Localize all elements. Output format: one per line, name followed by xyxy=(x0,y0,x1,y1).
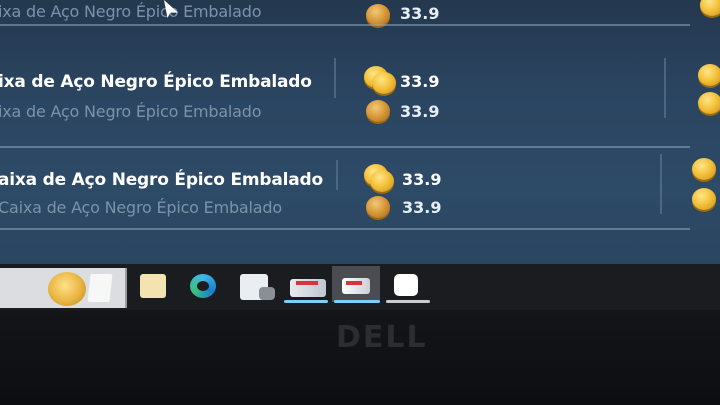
row-divider xyxy=(0,228,690,230)
app-accent xyxy=(346,281,362,285)
row-divider xyxy=(0,146,690,148)
app-accent xyxy=(296,281,318,285)
edge-browser-icon[interactable] xyxy=(190,274,216,298)
column-divider xyxy=(664,58,666,118)
badge-icon xyxy=(259,287,275,300)
listing-2-name[interactable]: ixa de Aço Negro Épico Embalado xyxy=(0,72,312,92)
document-icon xyxy=(87,274,113,302)
gold-coin-icon xyxy=(372,72,396,94)
listing-3-name[interactable]: aixa de Aço Negro Épico Embalado xyxy=(0,170,323,190)
brand-logo: DELL xyxy=(336,320,428,355)
row-divider xyxy=(0,24,690,26)
gold-coin-icon xyxy=(692,188,716,210)
gold-coin-icon xyxy=(698,92,720,114)
gold-coin-icon xyxy=(366,100,390,122)
column-divider xyxy=(336,160,338,190)
gold-coin-icon xyxy=(692,158,716,180)
gold-coin-icon xyxy=(700,0,720,16)
listing-1-price: 33.9 xyxy=(400,4,440,23)
listing-3-price: 33.9 xyxy=(402,170,442,189)
listing-2-price-alt: 33.9 xyxy=(400,102,440,121)
listing-2-subname: ixa de Aço Negro Épico Embalado xyxy=(0,102,262,121)
column-divider xyxy=(660,154,662,214)
gold-coin-icon xyxy=(366,4,390,26)
listing-1-subname: ixa de Aço Negro Épico Embalado xyxy=(0,2,262,21)
search-highlight-image-icon[interactable] xyxy=(48,272,86,306)
white-app-icon[interactable] xyxy=(394,274,418,296)
listing-3-price-alt: 33.9 xyxy=(402,198,442,217)
listing-2-price: 33.9 xyxy=(400,72,440,91)
running-indicator xyxy=(334,300,380,303)
column-divider xyxy=(334,58,336,98)
running-indicator xyxy=(386,300,430,303)
gold-coin-icon xyxy=(698,64,720,86)
marketplace-screen: ixa de Aço Negro Épico Embalado 33.9 ixa… xyxy=(0,0,720,268)
gold-coin-icon xyxy=(366,196,390,218)
file-explorer-icon[interactable] xyxy=(140,274,166,298)
running-indicator xyxy=(284,300,328,303)
listing-3-subname: Caixa de Aço Negro Épico Embalado xyxy=(0,198,282,217)
gold-coin-icon xyxy=(370,170,394,192)
